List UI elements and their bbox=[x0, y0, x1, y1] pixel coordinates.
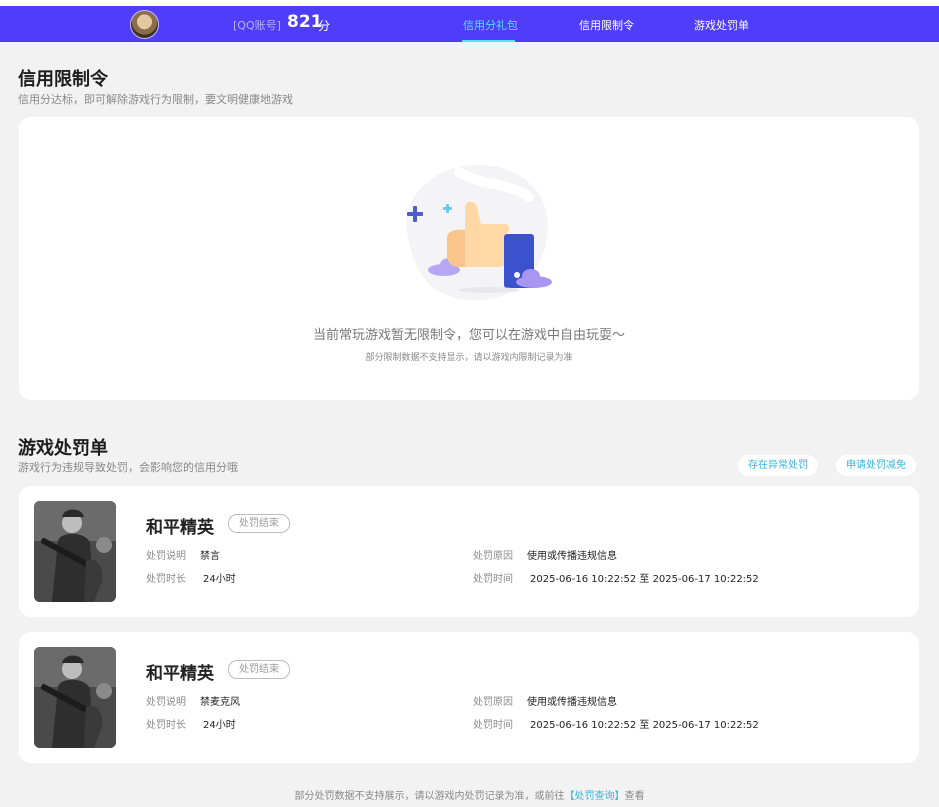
thumbs-up-icon bbox=[406, 164, 552, 301]
footer-text-end: 查看 bbox=[624, 791, 645, 802]
empty-restriction-note: 部分限制数据不支持显示，请以游戏内限制记录为准 bbox=[365, 353, 573, 363]
tab-credit-restriction[interactable]: 信用限制令 bbox=[579, 17, 634, 33]
desc-label: 处罚说明 bbox=[146, 697, 186, 708]
game-thumbnail bbox=[34, 501, 116, 602]
time-value: 2025-06-16 10:22:52 至 2025-06-17 10:22:5… bbox=[530, 720, 759, 731]
apply-penalty-reduction-button[interactable]: 申请处罚减免 bbox=[836, 455, 916, 476]
penalty-section-subtitle: 游戏行为违规导致处罚，会影响您的信用分哦 bbox=[18, 461, 238, 474]
status-badge: 处罚结束 bbox=[228, 660, 290, 679]
footer-text: 部分处罚数据不支持展示，请以游戏内处罚记录为准，或前往 bbox=[294, 791, 565, 802]
restriction-section-subtitle: 信用分达标，即可解除游戏行为限制，要文明健康地游戏 bbox=[18, 93, 293, 106]
penalty-query-link[interactable]: 【处罚查询】 bbox=[565, 791, 625, 802]
game-thumbnail bbox=[34, 647, 116, 748]
duration-value: 24小时 bbox=[203, 574, 236, 585]
game-name: 和平精英 bbox=[146, 664, 214, 684]
reason-value: 使用或传播违规信息 bbox=[527, 697, 617, 708]
time-label: 处罚时间 bbox=[473, 720, 513, 731]
tab-credit-gift[interactable]: 信用分礼包 bbox=[463, 17, 518, 33]
status-badge: 处罚结束 bbox=[228, 514, 290, 533]
reason-label: 处罚原因 bbox=[473, 697, 513, 708]
penalty-record-card: 和平精英 处罚结束 处罚说明 禁言 处罚时长 24小时 处罚原因 使用或传播违规… bbox=[19, 486, 919, 617]
abnormal-penalty-button[interactable]: 存在异常处罚 bbox=[738, 455, 818, 476]
duration-label: 处罚时长 bbox=[146, 720, 186, 731]
account-label: [QQ账号] bbox=[233, 19, 281, 32]
desc-value: 禁麦克风 bbox=[200, 697, 240, 708]
duration-value: 24小时 bbox=[203, 720, 236, 731]
desc-label: 处罚说明 bbox=[146, 551, 186, 562]
active-tab-indicator bbox=[462, 40, 515, 42]
reason-label: 处罚原因 bbox=[473, 551, 513, 562]
restriction-empty-card: 当前常玩游戏暂无限制令，您可以在游戏中自由玩耍～ 部分限制数据不支持显示，请以游… bbox=[19, 117, 919, 400]
tab-game-penalty[interactable]: 游戏处罚单 bbox=[694, 17, 749, 33]
restriction-section-title: 信用限制令 bbox=[18, 69, 108, 90]
credit-score-unit: 分 bbox=[318, 19, 331, 33]
top-nav-bar: [QQ账号] 821 分 信用分礼包 信用限制令 游戏处罚单 bbox=[0, 6, 939, 42]
penalty-section-title: 游戏处罚单 bbox=[18, 438, 108, 459]
desc-value: 禁言 bbox=[200, 551, 220, 562]
footer-note: 部分处罚数据不支持展示，请以游戏内处罚记录为准，或前往【处罚查询】查看 bbox=[0, 787, 939, 802]
penalty-record-card: 和平精英 处罚结束 处罚说明 禁麦克风 处罚时长 24小时 处罚原因 使用或传播… bbox=[19, 632, 919, 763]
empty-restriction-message: 当前常玩游戏暂无限制令，您可以在游戏中自由玩耍～ bbox=[312, 328, 625, 343]
avatar[interactable] bbox=[130, 10, 159, 39]
game-name: 和平精英 bbox=[146, 518, 214, 538]
time-label: 处罚时间 bbox=[473, 574, 513, 585]
time-value: 2025-06-16 10:22:52 至 2025-06-17 10:22:5… bbox=[530, 574, 759, 585]
duration-label: 处罚时长 bbox=[146, 574, 186, 585]
reason-value: 使用或传播违规信息 bbox=[527, 551, 617, 562]
